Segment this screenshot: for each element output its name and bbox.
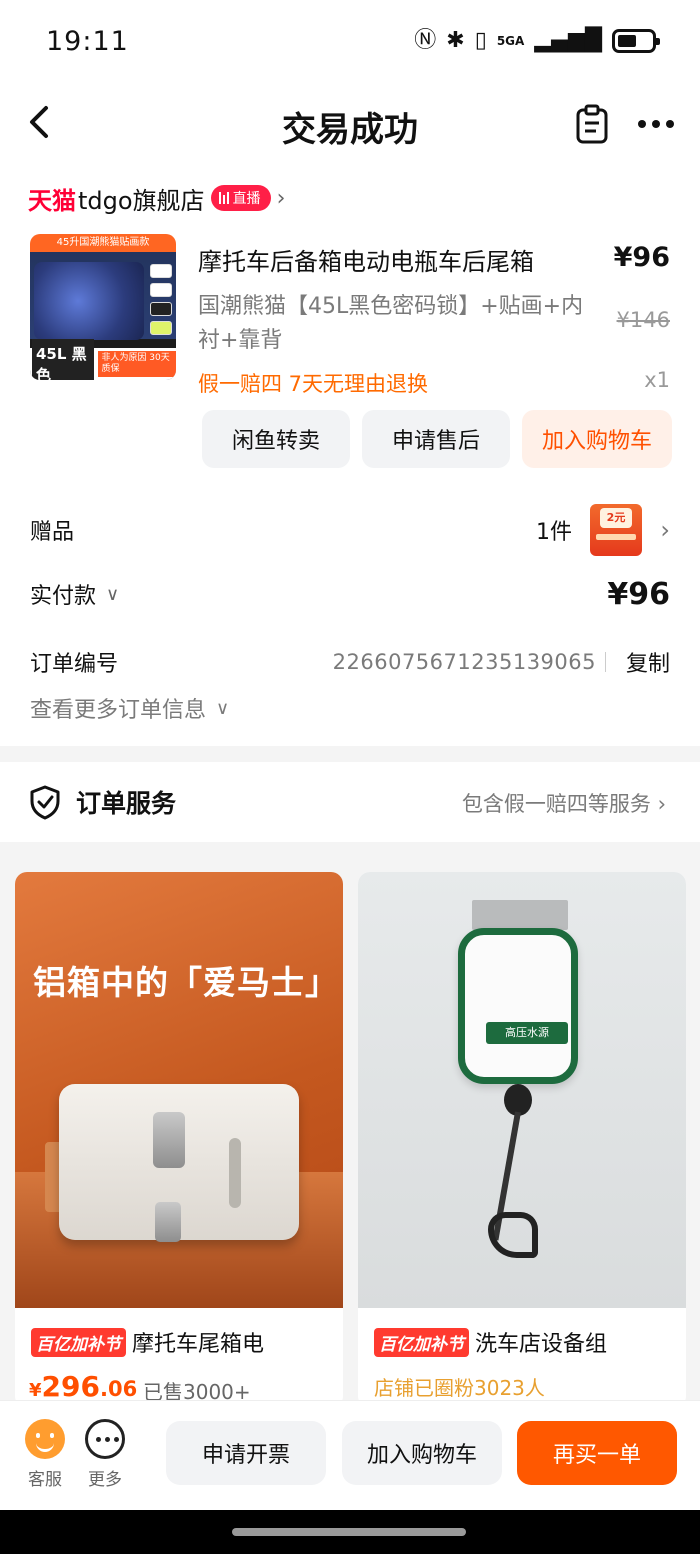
store-fans: 店铺已圈粉3023人 [374,1376,545,1400]
store-name: tdgo旗舰店 [78,186,205,215]
recommend-headline: 铝箱中的「爱马士」 [33,963,339,1002]
recommend-name: 洗车店设备组 [475,1332,608,1357]
thumb-box-image [34,262,144,340]
chevron-right-icon: › [276,185,286,211]
chevron-right-icon: › [660,516,670,544]
recommend-title-line: 百亿加补节 洗车店设备组 [374,1326,607,1358]
order-number-label: 订单编号 [30,652,119,677]
gift-badge: 2元 [600,508,632,528]
recommend-image: 高压水源 [358,872,686,1308]
customer-service-label: 客服 [28,1470,62,1490]
thumb-banner: 45升国潮熊猫贴画款 [30,234,176,252]
divider [605,652,606,672]
guarantee-text: 假一赔四 7天无理由退换 [198,372,429,396]
home-indicator[interactable] [232,1528,466,1536]
reel-label: 高压水源 [486,1022,568,1044]
service-title: 订单服务 [76,789,177,818]
invoice-button[interactable]: 申请开票 [166,1421,326,1485]
recommend-title-line: 百亿加补节 摩托车尾箱电 [31,1326,264,1358]
order-card: 天猫 tdgo旗舰店 直播 › 45升国潮熊猫贴画款 45L 黑色 非人为原因 … [0,164,700,746]
after-sale-button[interactable]: 申请售后 [362,410,510,468]
live-icon [218,192,229,204]
hose-reel-image [458,928,578,1084]
recommend-card[interactable]: 铝箱中的「爱马士」 百亿加补节 摩托车尾箱电 ¥ 296 .06 已售3000+ [15,872,343,1408]
gift-image: 2元 [590,504,642,556]
gift-count: 1件 [536,520,572,545]
tmall-logo: 天猫 [28,186,76,215]
shield-check-icon [30,785,60,820]
order-service-card[interactable]: 订单服务 包含假一赔四等服务 › [0,762,700,842]
thumb-size: 45L 黑色 [32,339,95,380]
status-bar: 19:11 Ⓝ ✱ ▯ 5GA ▂▄▆█ [0,0,700,86]
status-time: 19:11 [46,26,129,57]
vibrate-icon: ▯ [474,28,487,53]
more-order-info[interactable]: 查看更多订单信息 ∨ [30,692,229,724]
more-button[interactable]: 更多 [84,1419,126,1490]
product-thumbnail[interactable]: 45升国潮熊猫贴画款 45L 黑色 非人为原因 30天质保 [30,234,176,380]
original-price: ¥146 [616,308,670,332]
recommend-name: 摩托车尾箱电 [132,1332,265,1357]
payment-label: 实付款 [30,584,97,609]
thumb-accessories [150,264,172,338]
thumb-footer: 45L 黑色 非人为原因 30天质保 [30,339,176,380]
service-desc: 包含假一赔四等服务 › [461,792,666,816]
payment-row[interactable]: 实付款 ∨ ¥96 [30,568,670,620]
promo-badge: 百亿加补节 [374,1327,469,1357]
nav-bar: 交易成功 [0,86,700,164]
chevron-down-icon: ∨ [216,697,230,719]
aluminum-box-image [59,1084,299,1242]
battery-level [618,35,636,47]
customer-service-button[interactable]: 客服 [24,1419,66,1490]
order-number: 2266075671235139065 [332,650,596,674]
battery-icon [612,29,660,53]
product-quantity: x1 [644,368,670,392]
more-label: 更多 [88,1470,122,1490]
bottom-add-cart-button[interactable]: 加入购物车 [342,1421,502,1485]
status-icons: Ⓝ ✱ ▯ 5GA ▂▄▆█ [414,28,660,54]
signal-icon: ▂▄▆█ [534,28,602,53]
product-title[interactable]: 摩托车后备箱电动电瓶车后尾箱 [198,242,534,277]
customer-service-icon [25,1419,65,1459]
store-link[interactable]: 天猫 tdgo旗舰店 直播 › [28,180,285,216]
more-menu-icon[interactable] [636,110,676,138]
nfc-icon: Ⓝ [414,28,437,53]
gesture-bar [0,1510,700,1554]
order-actions: 闲鱼转卖 申请售后 加入购物车 [202,410,672,468]
gift-row[interactable]: 赠品 1件 2元 › [30,500,670,560]
copy-button[interactable]: 复制 [626,646,670,678]
rebuy-button[interactable]: 再买一单 [517,1421,677,1485]
order-number-row: 订单编号 2266075671235139065 复制 [30,640,670,684]
network-type: 5GA [496,34,525,48]
recommend-price: ¥ 296 .06 [29,1370,138,1403]
payment-amount: ¥96 [607,576,670,612]
chevron-down-icon: ∨ [106,583,120,605]
gift-label: 赠品 [30,520,75,545]
resell-button[interactable]: 闲鱼转卖 [202,410,350,468]
recommend-card[interactable]: 高压水源 百亿加补节 洗车店设备组 店铺已圈粉3023人 [358,872,686,1408]
product-sku: 国潮熊猫【45L黑色密码锁】+贴画+内衬+靠背 [198,294,584,353]
more-icon [85,1419,125,1459]
clipboard-icon[interactable] [574,104,610,144]
product-price: ¥96 [613,242,670,273]
recommend-image: 铝箱中的「爱马士」 [15,872,343,1308]
add-to-cart-button[interactable]: 加入购物车 [522,410,672,468]
thumb-note: 非人为原因 30天质保 [98,351,176,377]
live-label: 直播 [232,191,261,207]
bluetooth-icon: ✱ [446,28,465,53]
live-badge[interactable]: 直播 [210,185,271,211]
bottom-action-bar: 客服 更多 申请开票 加入购物车 再买一单 [0,1400,700,1510]
more-order-info-label: 查看更多订单信息 [30,698,207,723]
promo-badge: 百亿加补节 [31,1327,126,1357]
